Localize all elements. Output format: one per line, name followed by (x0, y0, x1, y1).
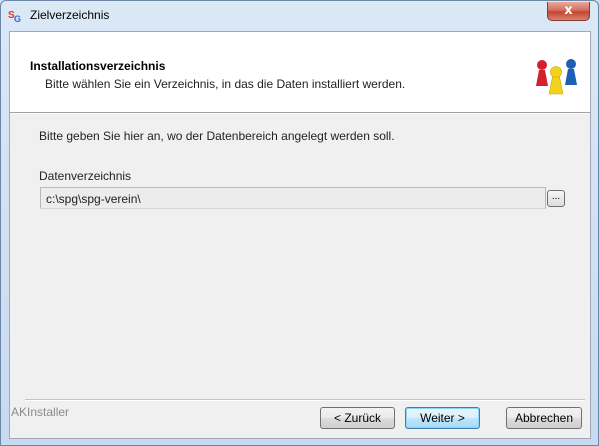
dialog-body: Installationsverzeichnis Bitte wählen Si… (9, 31, 591, 439)
close-button[interactable]: x (547, 2, 590, 21)
footer-divider (25, 399, 585, 401)
directory-field[interactable]: c:\spg\spg-verein\ (40, 187, 546, 209)
cancel-button[interactable]: Abbrechen (506, 407, 582, 429)
browse-button[interactable]: ... (547, 190, 565, 207)
svg-text:G: G (14, 14, 21, 23)
page-subtitle: Bitte wählen Sie ein Verzeichnis, in das… (45, 77, 406, 91)
installer-brand: AKInstaller (11, 405, 70, 419)
game-pieces-icon (536, 59, 577, 95)
page-title: Installationsverzeichnis (30, 59, 166, 73)
info-text: Bitte geben Sie hier an, wo der Datenber… (39, 129, 395, 143)
window-title: Zielverzeichnis (30, 8, 110, 22)
title-bar[interactable]: S G Zielverzeichnis x (1, 1, 598, 29)
directory-label: Datenverzeichnis (39, 169, 132, 183)
next-button[interactable]: Weiter > (405, 407, 480, 429)
close-icon: x (564, 3, 573, 18)
spg-app-icon: S G (8, 10, 21, 23)
back-button[interactable]: < Zurück (320, 407, 395, 429)
installer-window: S G Zielverzeichnis x Installationsverze… (0, 0, 599, 446)
wizard-header: Installationsverzeichnis Bitte wählen Si… (10, 32, 590, 113)
